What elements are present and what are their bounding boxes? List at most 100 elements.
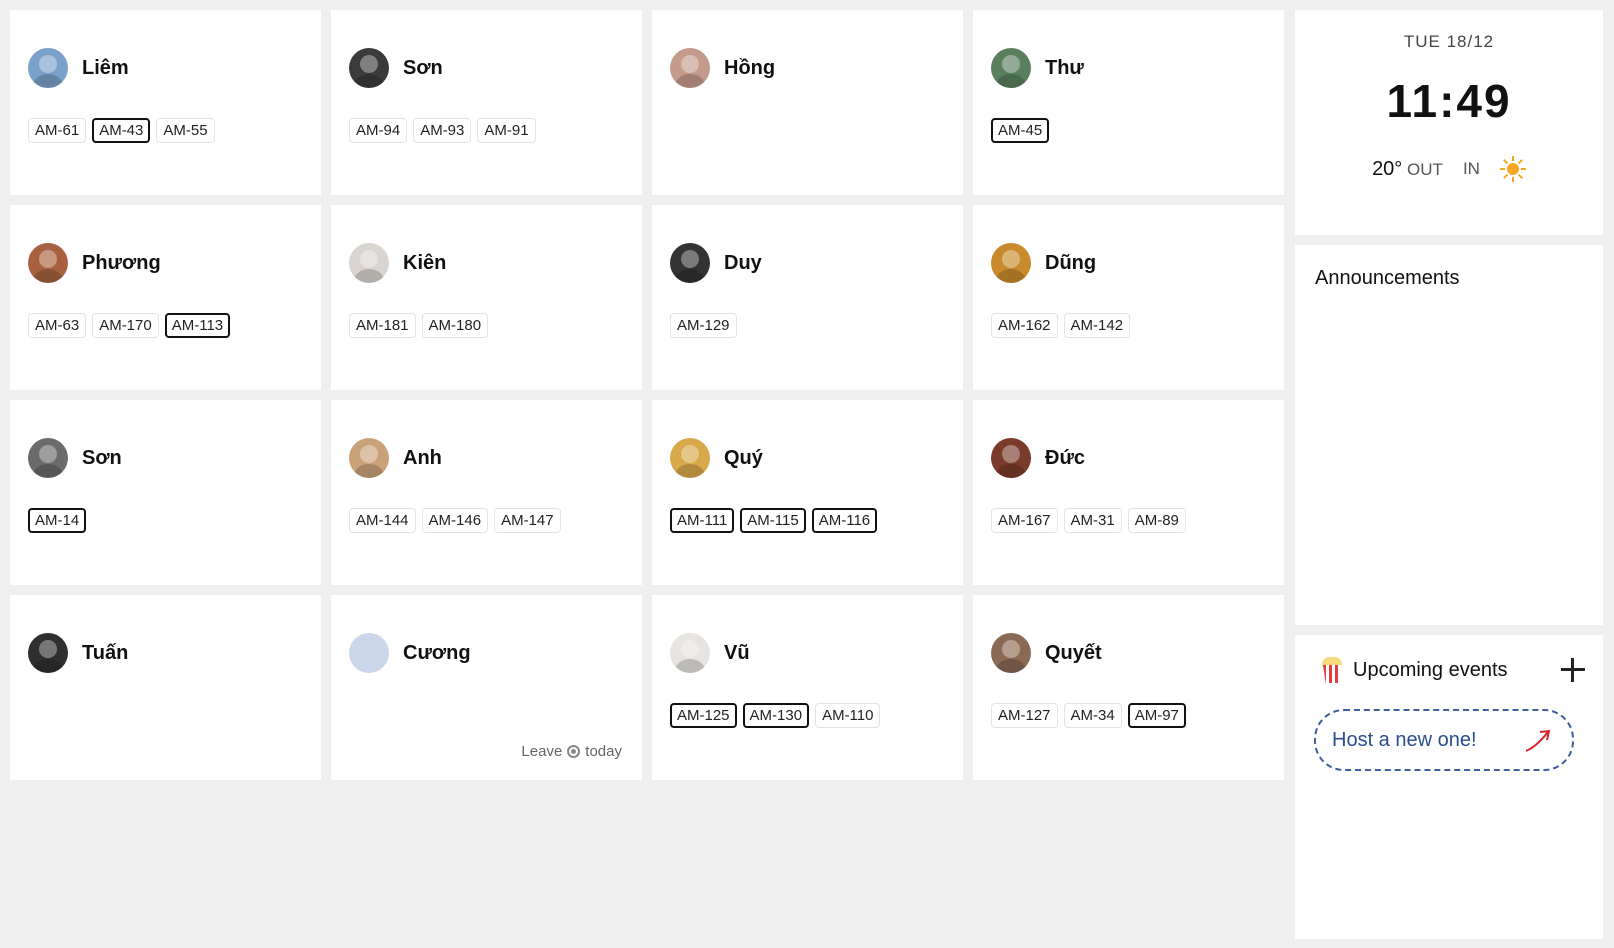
ticket-tag[interactable]: AM-110 bbox=[815, 703, 881, 728]
ticket-tag[interactable]: AM-34 bbox=[1063, 703, 1122, 728]
ticket-tag[interactable]: AM-144 bbox=[349, 508, 416, 533]
person-name: Vũ bbox=[724, 641, 750, 664]
avatar bbox=[28, 438, 68, 478]
ticket-tag[interactable]: AM-167 bbox=[991, 508, 1058, 533]
ticket-tag[interactable]: AM-115 bbox=[740, 508, 806, 533]
host-event-label: Host a new one! bbox=[1332, 728, 1477, 751]
events-panel: Upcoming events Host a new one! bbox=[1295, 635, 1603, 939]
person-card[interactable]: Sơn AM-14 bbox=[10, 400, 321, 585]
person-card[interactable]: Kiên AM-181 AM-180 bbox=[331, 205, 642, 390]
person-card[interactable]: Sơn AM-94 AM-93 AM-91 bbox=[331, 10, 642, 195]
ticket-tag[interactable]: AM-180 bbox=[421, 313, 489, 338]
person-card[interactable]: Thư AM-45 bbox=[973, 10, 1284, 195]
ticket-tag[interactable]: AM-127 bbox=[991, 703, 1058, 728]
ticket-tag[interactable]: AM-93 bbox=[413, 118, 472, 143]
person-header: Tuấn bbox=[28, 633, 128, 673]
events-header: Upcoming events bbox=[1321, 655, 1585, 685]
date-label: TUE 18/12 bbox=[1403, 32, 1495, 51]
ticket-tag[interactable]: AM-43 bbox=[92, 118, 151, 143]
person-name: Duy bbox=[724, 251, 762, 274]
person-header: Đức bbox=[991, 438, 1085, 478]
avatar bbox=[670, 243, 710, 283]
person-card[interactable]: Cương Leave today bbox=[331, 595, 642, 780]
clock-widget: TUE 18/12 11:49 20° OUT IN bbox=[1295, 10, 1603, 235]
sun-icon bbox=[1499, 156, 1526, 182]
ticket-tag[interactable]: AM-61 bbox=[28, 118, 87, 143]
ticket-tag[interactable]: AM-111 bbox=[670, 508, 735, 533]
person-header: Duy bbox=[670, 243, 762, 283]
ticket-tag[interactable]: AM-170 bbox=[92, 313, 159, 338]
ticket-tag[interactable]: AM-94 bbox=[349, 118, 408, 143]
person-header: Hồng bbox=[670, 48, 775, 88]
person-header: Sơn bbox=[28, 438, 122, 478]
ticket-tag[interactable]: AM-129 bbox=[670, 313, 737, 338]
person-header: Dũng bbox=[991, 243, 1096, 283]
person-card[interactable]: Phương AM-63 AM-170 AM-113 bbox=[10, 205, 321, 390]
avatar bbox=[349, 243, 389, 283]
person-card[interactable]: Quyết AM-127 AM-34 AM-97 bbox=[973, 595, 1284, 780]
ticket-tag[interactable]: AM-45 bbox=[991, 118, 1050, 143]
ticket-tags: AM-181 AM-180 bbox=[349, 313, 489, 338]
person-card[interactable]: Tuấn bbox=[10, 595, 321, 780]
person-card[interactable]: Quý AM-111 AM-115 AM-116 bbox=[652, 400, 963, 585]
ticket-tag[interactable]: AM-89 bbox=[1127, 508, 1186, 533]
avatar bbox=[28, 48, 68, 88]
add-event-button[interactable] bbox=[1561, 658, 1585, 682]
ticket-tag[interactable]: AM-91 bbox=[477, 118, 536, 143]
ticket-tags: AM-127 AM-34 AM-97 bbox=[991, 703, 1186, 728]
avatar bbox=[28, 243, 68, 283]
person-name: Dũng bbox=[1045, 251, 1097, 274]
ticket-tags: AM-129 bbox=[670, 313, 737, 338]
ticket-tag[interactable]: AM-181 bbox=[349, 313, 416, 338]
events-title: Upcoming events bbox=[1353, 658, 1508, 681]
avatar bbox=[349, 48, 389, 88]
person-header: Vũ bbox=[670, 633, 750, 673]
person-card[interactable]: Liêm AM-61 AM-43 AM-55 bbox=[10, 10, 321, 195]
person-name: Tuấn bbox=[82, 641, 129, 664]
person-header: Quý bbox=[670, 438, 763, 478]
leave-dot-icon bbox=[567, 745, 581, 758]
person-name: Liêm bbox=[82, 56, 129, 79]
ticket-tag[interactable]: AM-116 bbox=[811, 508, 878, 533]
ticket-tags: AM-45 bbox=[991, 118, 1050, 143]
person-card[interactable]: Đức AM-167 AM-31 AM-89 bbox=[973, 400, 1284, 585]
person-header: Liêm bbox=[28, 48, 129, 88]
time-label: 11:49 bbox=[1386, 75, 1512, 127]
ticket-tag[interactable]: AM-31 bbox=[1063, 508, 1122, 533]
person-header: Sơn bbox=[349, 48, 443, 88]
person-card[interactable]: Vũ AM-125 AM-130 AM-110 bbox=[652, 595, 963, 780]
person-name: Sơn bbox=[403, 56, 443, 79]
ticket-tag[interactable]: AM-97 bbox=[1127, 703, 1186, 728]
avatar bbox=[349, 438, 389, 478]
ticket-tag[interactable]: AM-125 bbox=[670, 703, 737, 728]
leave-day: today bbox=[585, 743, 622, 760]
ticket-tags: AM-111 AM-115 AM-116 bbox=[670, 508, 878, 533]
leave-status: Leave today bbox=[521, 743, 622, 760]
ticket-tag[interactable]: AM-55 bbox=[156, 118, 215, 143]
person-name: Cương bbox=[403, 641, 471, 664]
person-card[interactable]: Anh AM-144 AM-146 AM-147 bbox=[331, 400, 642, 585]
announcements-panel: Announcements bbox=[1295, 245, 1603, 625]
host-event-button[interactable]: Host a new one! bbox=[1314, 709, 1574, 771]
ticket-tag[interactable]: AM-162 bbox=[991, 313, 1058, 338]
ticket-tag[interactable]: AM-113 bbox=[164, 313, 231, 338]
ticket-tag[interactable]: AM-146 bbox=[421, 508, 489, 533]
person-card[interactable]: Dũng AM-162 AM-142 bbox=[973, 205, 1284, 390]
person-card[interactable]: Hồng bbox=[652, 10, 963, 195]
ticket-tag[interactable]: AM-14 bbox=[28, 508, 87, 533]
temperature: 20° bbox=[1372, 157, 1403, 180]
avatar bbox=[349, 633, 389, 673]
person-header: Quyết bbox=[991, 633, 1102, 673]
weather-row: 20° OUT IN bbox=[1295, 156, 1603, 182]
ticket-tags: AM-14 bbox=[28, 508, 87, 533]
ticket-tag[interactable]: AM-142 bbox=[1063, 313, 1131, 338]
person-name: Hồng bbox=[724, 56, 776, 79]
arrow-icon bbox=[1525, 729, 1551, 752]
ticket-tags: AM-162 AM-142 bbox=[991, 313, 1131, 338]
ticket-tag[interactable]: AM-63 bbox=[28, 313, 87, 338]
avatar bbox=[991, 243, 1031, 283]
ticket-tag[interactable]: AM-130 bbox=[742, 703, 810, 728]
leave-label: Leave bbox=[521, 743, 563, 760]
person-card[interactable]: Duy AM-129 bbox=[652, 205, 963, 390]
ticket-tag[interactable]: AM-147 bbox=[494, 508, 561, 533]
